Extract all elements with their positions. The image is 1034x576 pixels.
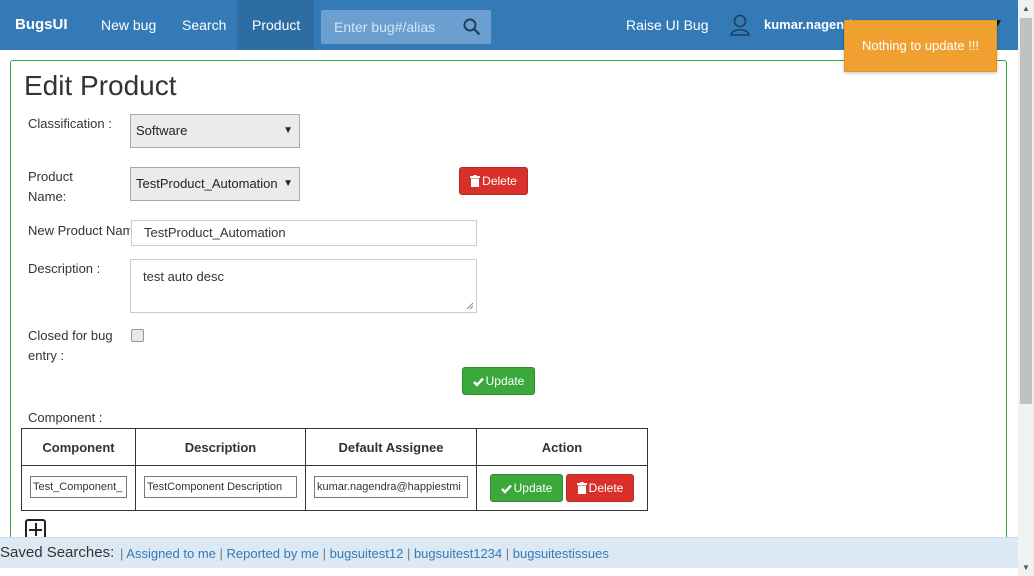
bug-search-input[interactable] [321, 10, 461, 44]
scroll-down-arrow-icon[interactable]: ▼ [1018, 559, 1034, 576]
resize-grip-icon[interactable] [466, 302, 474, 310]
search-icon[interactable] [463, 18, 481, 41]
classification-value: Software [136, 123, 188, 138]
notification-toast: Nothing to update !!! [844, 20, 997, 72]
component-section-label: Component : [28, 410, 103, 425]
chevron-down-icon: ▼ [283, 178, 293, 189]
scroll-thumb[interactable] [1020, 18, 1032, 404]
product-name-label: Product Name: [28, 169, 73, 204]
nav-new-bug[interactable]: New bug [86, 0, 171, 50]
trash-icon [576, 482, 587, 494]
header-action: Action [476, 428, 648, 466]
check-icon [472, 377, 484, 387]
scroll-up-arrow-icon[interactable]: ▲ [1018, 0, 1034, 17]
new-product-name-label: New Product Name [28, 223, 130, 238]
update-label: Update [485, 374, 525, 388]
delete-product-button[interactable]: Delete [459, 167, 528, 195]
page-scrollbar[interactable]: ▲ ▼ [1018, 0, 1034, 576]
description-textarea[interactable]: test auto desc [130, 259, 477, 313]
trash-icon [470, 175, 481, 187]
saved-search-bugsuitest12[interactable]: bugsuitest12 [330, 546, 404, 561]
check-icon [500, 484, 512, 494]
saved-search-reported[interactable]: Reported by me [227, 546, 320, 561]
raise-ui-bug-link[interactable]: Raise UI Bug [611, 0, 723, 50]
nav-search[interactable]: Search [167, 0, 241, 50]
closed-for-bug-entry-checkbox[interactable] [131, 329, 144, 342]
new-product-name-input[interactable]: TestProduct_Automation [131, 220, 477, 246]
classification-label: Classification : [28, 116, 112, 131]
chevron-down-icon: ▼ [283, 125, 293, 136]
update-component-button[interactable]: Update [490, 474, 563, 502]
component-name-input[interactable]: Test_Component_ [30, 476, 127, 498]
component-cell: Test_Component_ [21, 465, 136, 511]
user-icon[interactable] [729, 13, 751, 42]
assignee-cell: kumar.nagendra@happiestmi [305, 465, 477, 511]
description-value: test auto desc [143, 269, 224, 284]
page-title: Edit Product [24, 70, 177, 101]
description-label: Description : [28, 261, 101, 276]
action-cell: Update Delete [476, 465, 648, 511]
description-cell: TestComponent Description [135, 465, 306, 511]
saved-search-assigned[interactable]: Assigned to me [126, 546, 216, 561]
update-product-button[interactable]: Update [462, 367, 535, 395]
saved-searches-links: | Assigned to me | Reported by me | bugs… [120, 546, 609, 561]
component-table-header: Component Description Default Assignee A… [21, 428, 648, 466]
saved-search-bugsuitest1234[interactable]: bugsuitest1234 [414, 546, 502, 561]
classification-select[interactable]: Software ▼ [130, 114, 300, 148]
delete-label: Delete [588, 481, 624, 495]
component-assignee-input[interactable]: kumar.nagendra@happiestmi [314, 476, 468, 498]
closed-for-bug-entry-label: Closed for bug entry : [28, 328, 113, 363]
saved-search-bugsuitestissues[interactable]: bugsuitestissues [513, 546, 609, 561]
header-default-assignee: Default Assignee [305, 428, 477, 466]
table-row: Test_Component_ TestComponent Descriptio… [21, 465, 648, 511]
component-description-input[interactable]: TestComponent Description [144, 476, 297, 498]
bug-search-box [321, 10, 491, 44]
component-table: Component Description Default Assignee A… [21, 428, 648, 511]
product-name-value: TestProduct_Automation [136, 176, 278, 191]
delete-label: Delete [482, 174, 517, 188]
product-name-select[interactable]: TestProduct_Automation ▼ [130, 167, 300, 201]
brand-logo[interactable]: BugsUI [15, 16, 68, 33]
delete-component-button[interactable]: Delete [566, 474, 634, 502]
update-label: Update [513, 481, 553, 495]
saved-searches-bar: Saved Searches: | Assigned to me | Repor… [0, 537, 1018, 568]
header-description: Description [135, 428, 306, 466]
header-component: Component [21, 428, 136, 466]
saved-searches-label: Saved Searches: [0, 544, 115, 561]
nav-product[interactable]: Product [237, 0, 314, 50]
